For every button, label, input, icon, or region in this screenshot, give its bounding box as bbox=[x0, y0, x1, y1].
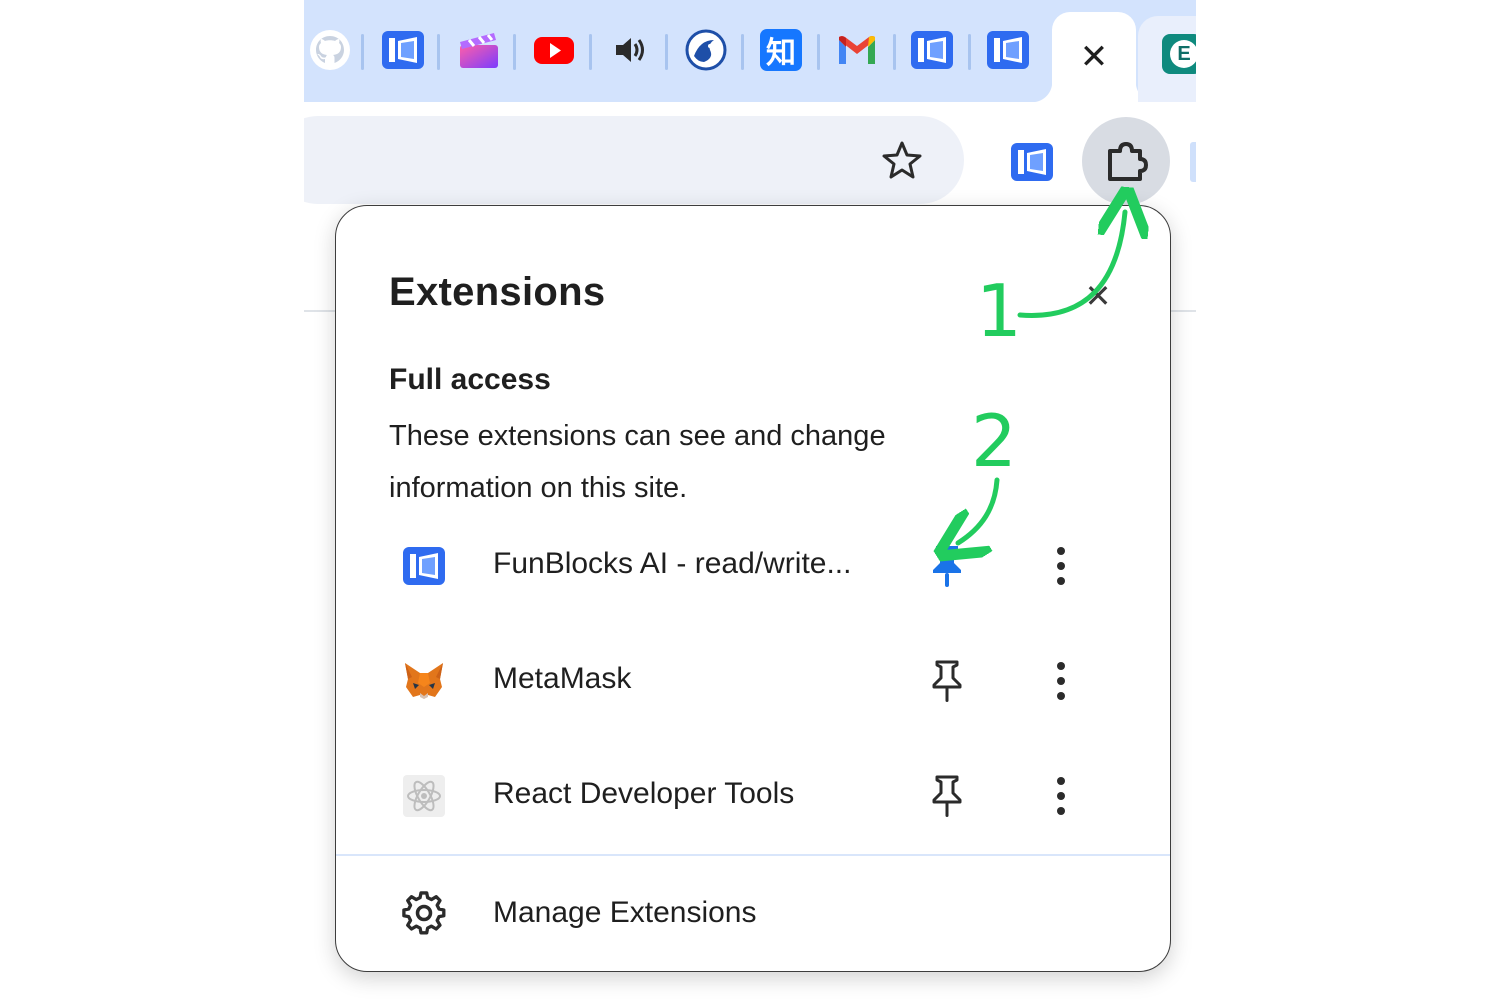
youtube-icon bbox=[534, 37, 574, 64]
tab-separator bbox=[741, 34, 744, 70]
more-vert-icon bbox=[1057, 662, 1065, 700]
browser-window: 知 ✕ E Extensions ✕ Full access These ext… bbox=[304, 0, 1196, 1000]
more-options-button-funblocks[interactable] bbox=[1046, 544, 1076, 588]
tab-zhihu[interactable]: 知 bbox=[759, 28, 803, 72]
footer-divider bbox=[336, 854, 1170, 856]
tab-funblocks-2[interactable] bbox=[910, 28, 954, 72]
manage-extensions-button[interactable]: Manage Extensions bbox=[336, 866, 1170, 960]
popup-close-button[interactable]: ✕ bbox=[1076, 274, 1120, 318]
section-description: These extensions can see and change info… bbox=[389, 420, 886, 504]
tab-dolphin[interactable] bbox=[684, 28, 728, 72]
tab-separator bbox=[361, 34, 364, 70]
extension-name: FunBlocks AI - read/write... bbox=[493, 547, 852, 580]
toolbar-overflow-icon bbox=[1190, 142, 1196, 182]
manage-extensions-label: Manage Extensions bbox=[493, 896, 757, 929]
extensions-popup: Extensions ✕ Full access These extension… bbox=[335, 205, 1171, 972]
tab-gmail[interactable] bbox=[835, 28, 879, 72]
dolphin-icon bbox=[685, 29, 727, 71]
pin-outline-icon bbox=[932, 660, 962, 702]
tab-strip: 知 ✕ E bbox=[304, 0, 1196, 102]
puzzle-icon bbox=[1108, 142, 1148, 181]
tab-github[interactable] bbox=[308, 28, 352, 72]
tab-separator bbox=[968, 34, 971, 70]
speaker-icon bbox=[616, 38, 644, 62]
popup-title: Extensions bbox=[389, 270, 606, 314]
annotation-step-1: 1 bbox=[976, 269, 1022, 353]
funblocks-icon bbox=[1011, 143, 1053, 181]
toolbar-funblocks-button[interactable] bbox=[1010, 140, 1054, 184]
tab-audio[interactable] bbox=[608, 28, 652, 72]
zhihu-icon: 知 bbox=[760, 29, 802, 71]
github-icon bbox=[310, 30, 350, 70]
tab-funblocks-1[interactable] bbox=[381, 28, 425, 72]
extension-row-react-devtools[interactable]: React Developer Tools bbox=[336, 747, 1170, 847]
funblocks-icon bbox=[403, 547, 445, 585]
tab-youtube[interactable] bbox=[532, 28, 576, 72]
tab-clapper[interactable] bbox=[457, 28, 501, 72]
pin-button-react-devtools[interactable] bbox=[925, 773, 969, 819]
tab-separator bbox=[513, 34, 516, 70]
active-tab[interactable]: ✕ bbox=[1032, 12, 1156, 102]
more-options-button-react-devtools[interactable] bbox=[1046, 774, 1076, 818]
e-badge-icon: E bbox=[1162, 34, 1196, 74]
section-title: Full access bbox=[389, 363, 551, 396]
tab-separator bbox=[665, 34, 668, 70]
funblocks-icon bbox=[911, 31, 953, 69]
toolbar bbox=[304, 102, 1196, 206]
tab-separator bbox=[817, 34, 820, 70]
more-vert-icon bbox=[1057, 547, 1065, 585]
clapper-icon bbox=[460, 33, 498, 68]
pin-outline-icon bbox=[932, 775, 962, 817]
funblocks-icon bbox=[382, 31, 424, 69]
more-options-button-metamask[interactable] bbox=[1046, 659, 1076, 703]
extensions-menu-button[interactable] bbox=[1082, 117, 1170, 205]
pin-filled-icon bbox=[933, 546, 961, 587]
address-bar[interactable] bbox=[304, 116, 964, 204]
pin-button-metamask[interactable] bbox=[925, 658, 969, 704]
funblocks-icon bbox=[987, 31, 1029, 69]
more-vert-icon bbox=[1057, 777, 1065, 815]
extension-row-funblocks[interactable]: FunBlocks AI - read/write... bbox=[336, 517, 1170, 617]
react-icon bbox=[403, 775, 445, 817]
gear-icon bbox=[402, 891, 446, 935]
gmail-icon bbox=[839, 36, 875, 64]
tab-separator bbox=[437, 34, 440, 70]
bookmark-button[interactable] bbox=[880, 138, 924, 182]
extension-name: React Developer Tools bbox=[493, 777, 795, 810]
tab-separator bbox=[589, 34, 592, 70]
tab-separator bbox=[893, 34, 896, 70]
annotation-step-2: 2 bbox=[971, 399, 1017, 483]
tab-close-icon[interactable]: ✕ bbox=[1080, 37, 1109, 77]
extension-row-metamask[interactable]: MetaMask bbox=[336, 632, 1170, 732]
star-icon bbox=[882, 141, 922, 179]
extension-name: MetaMask bbox=[493, 662, 632, 695]
close-icon: ✕ bbox=[1084, 277, 1112, 315]
pin-button-funblocks[interactable] bbox=[925, 543, 969, 589]
metamask-fox-icon bbox=[405, 663, 443, 699]
tab-funblocks-3[interactable] bbox=[986, 28, 1030, 72]
tab-next[interactable]: E bbox=[1138, 16, 1196, 102]
